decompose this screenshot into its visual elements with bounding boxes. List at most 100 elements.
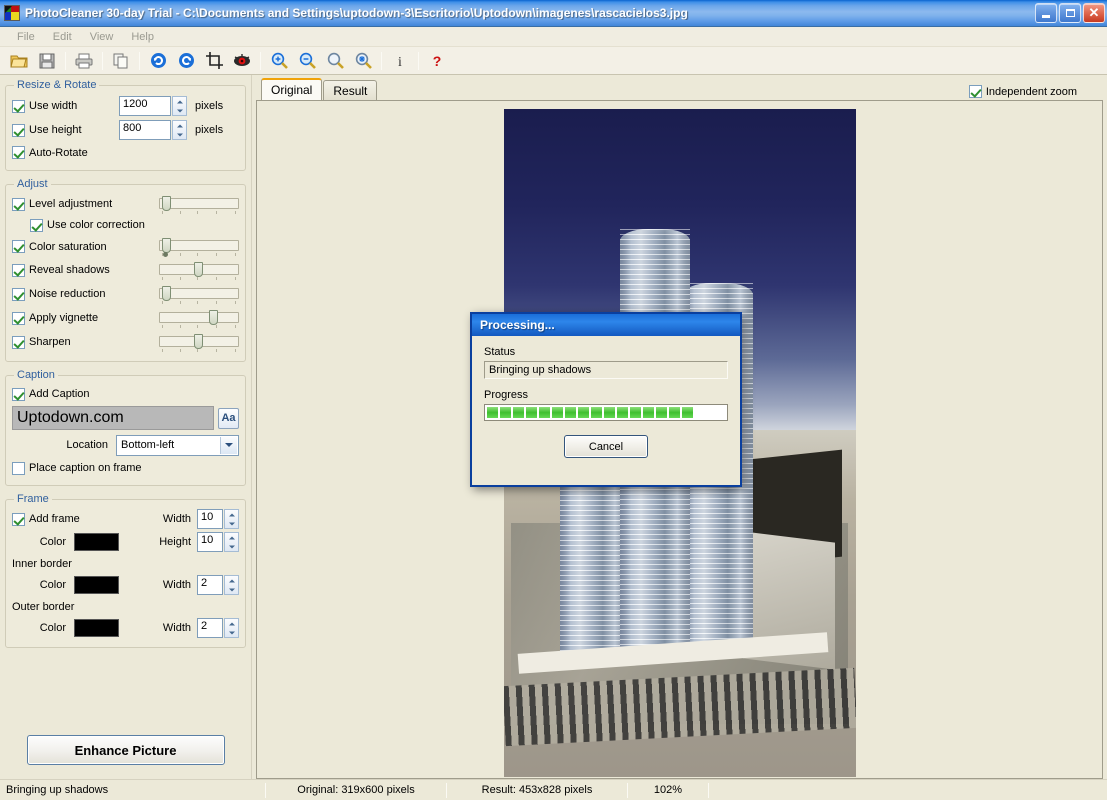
tab-original[interactable]: Original xyxy=(261,78,323,100)
height-spin-buttons[interactable] xyxy=(172,120,187,140)
checkbox-place-caption-on-frame[interactable] xyxy=(12,461,25,475)
height-spin-up[interactable] xyxy=(173,121,186,130)
minimize-button[interactable] xyxy=(1035,3,1057,23)
input-width[interactable]: 1200 xyxy=(119,96,171,116)
close-button[interactable]: ✕ xyxy=(1083,3,1105,23)
checkbox-use-height[interactable] xyxy=(12,123,25,137)
red-eye-icon[interactable] xyxy=(228,49,256,73)
label-sharpen: Sharpen xyxy=(29,336,71,348)
width-spin-down[interactable] xyxy=(173,106,186,115)
checkbox-add-frame[interactable] xyxy=(12,512,25,526)
help-icon[interactable]: ? xyxy=(423,49,451,73)
label-use-color-correction: Use color correction xyxy=(47,219,145,231)
height-stepper[interactable]: 800 xyxy=(119,120,187,140)
frame-color-swatch[interactable] xyxy=(74,533,119,551)
label-inner-color: Color xyxy=(39,579,66,591)
label-caption-location: Location xyxy=(66,439,108,451)
status-result-size: Result: 453x828 pixels xyxy=(481,784,593,796)
zoom-out-icon[interactable] xyxy=(293,49,321,73)
width-spin-up[interactable] xyxy=(173,97,186,106)
outer-width-spin-buttons[interactable] xyxy=(224,618,239,638)
menu-item-edit[interactable]: Edit xyxy=(44,29,81,45)
viewer-tabstrip: Original Result Independent zoom xyxy=(256,78,1103,100)
slider-level-adjustment[interactable] xyxy=(159,195,239,214)
outer-width-spin-down[interactable] xyxy=(225,628,238,637)
application-window: PhotoCleaner 30-day Trial - C:\Documents… xyxy=(0,0,1107,800)
checkbox-use-width[interactable] xyxy=(12,99,25,113)
chevron-down-icon[interactable] xyxy=(220,436,237,454)
menu-item-file[interactable]: File xyxy=(8,29,44,45)
frame-height-spin-down[interactable] xyxy=(225,542,238,551)
checkbox-level-adjustment[interactable] xyxy=(12,197,25,211)
checkbox-apply-vignette[interactable] xyxy=(12,311,25,325)
label-use-height: Use height xyxy=(29,124,82,136)
tab-result[interactable]: Result xyxy=(323,80,378,100)
inner-border-color-swatch[interactable] xyxy=(74,576,119,594)
slider-color-saturation[interactable] xyxy=(159,238,239,257)
zoom-actual-icon[interactable] xyxy=(349,49,377,73)
menu-item-help[interactable]: Help xyxy=(122,29,163,45)
frame-width-spin-up[interactable] xyxy=(225,510,238,519)
checkbox-reveal-shadows[interactable] xyxy=(12,263,25,277)
checkbox-add-caption[interactable] xyxy=(12,387,25,401)
slider-sharpen[interactable] xyxy=(159,333,239,352)
label-independent-zoom: Independent zoom xyxy=(985,85,1077,98)
inner-width-spin-buttons[interactable] xyxy=(224,575,239,595)
crop-icon[interactable] xyxy=(200,49,228,73)
slider-noise-reduction[interactable] xyxy=(159,285,239,304)
progress-segment xyxy=(565,407,576,418)
info-icon[interactable]: i xyxy=(386,49,414,73)
width-spin-buttons[interactable] xyxy=(172,96,187,116)
maximize-button[interactable] xyxy=(1059,3,1081,23)
outer-width-stepper[interactable]: 2 xyxy=(197,618,239,638)
caption-location-select[interactable]: Bottom-left xyxy=(116,434,239,456)
input-height[interactable]: 800 xyxy=(119,120,171,140)
checkbox-auto-rotate[interactable] xyxy=(12,146,25,159)
rotate-right-icon[interactable] xyxy=(144,49,172,73)
checkbox-color-saturation[interactable] xyxy=(12,240,25,253)
caption-font-button[interactable]: Aa xyxy=(218,407,239,429)
frame-width-spin-down[interactable] xyxy=(225,519,238,528)
inner-width-spin-up[interactable] xyxy=(225,576,238,585)
input-frame-width[interactable]: 10 xyxy=(197,509,223,529)
slider-apply-vignette[interactable] xyxy=(159,309,239,328)
inner-width-stepper[interactable]: 2 xyxy=(197,575,239,595)
checkbox-use-color-correction[interactable] xyxy=(30,218,43,232)
frame-height-spin-buttons[interactable] xyxy=(224,532,239,552)
zoom-in-icon[interactable] xyxy=(265,49,293,73)
frame-height-stepper[interactable]: 10 xyxy=(197,532,239,552)
width-stepper[interactable]: 1200 xyxy=(119,96,187,116)
frame-width-spin-buttons[interactable] xyxy=(224,509,239,529)
toolbar-separator xyxy=(418,51,419,70)
frame-width-stepper[interactable]: 10 xyxy=(197,509,239,529)
menu-item-view[interactable]: View xyxy=(81,29,123,45)
checkbox-independent-zoom[interactable] xyxy=(968,85,982,98)
copy-icon[interactable] xyxy=(107,49,135,73)
enhance-picture-button[interactable]: Enhance Picture xyxy=(26,735,225,765)
rotate-left-icon[interactable] xyxy=(172,49,200,73)
label-outer-border: Outer border xyxy=(12,600,75,613)
svg-text:?: ? xyxy=(433,53,442,69)
input-frame-height[interactable]: 10 xyxy=(197,532,223,552)
group-title-resize-rotate: Resize & Rotate xyxy=(17,79,97,91)
open-folder-icon[interactable] xyxy=(5,49,33,73)
outer-width-spin-up[interactable] xyxy=(225,619,238,628)
input-outer-width[interactable]: 2 xyxy=(197,618,223,638)
outer-border-color-swatch[interactable] xyxy=(74,619,119,637)
save-disk-icon[interactable] xyxy=(33,49,61,73)
group-frame: Frame Add frame Width 10 Color Height 10… xyxy=(5,493,246,648)
progress-segment xyxy=(552,407,563,418)
inner-width-spin-down[interactable] xyxy=(225,585,238,594)
slider-reveal-shadows[interactable] xyxy=(159,261,239,280)
input-inner-width[interactable]: 2 xyxy=(197,575,223,595)
group-title-caption: Caption xyxy=(17,369,55,381)
zoom-fit-icon[interactable] xyxy=(321,49,349,73)
checkbox-sharpen[interactable] xyxy=(12,335,25,349)
cancel-button[interactable]: Cancel xyxy=(564,435,648,458)
toolbar-separator xyxy=(102,51,103,70)
height-spin-down[interactable] xyxy=(173,130,186,139)
caption-text-input[interactable]: Uptodown.com xyxy=(12,406,214,430)
checkbox-noise-reduction[interactable] xyxy=(12,287,25,301)
frame-height-spin-up[interactable] xyxy=(225,533,238,542)
print-icon[interactable] xyxy=(70,49,98,73)
